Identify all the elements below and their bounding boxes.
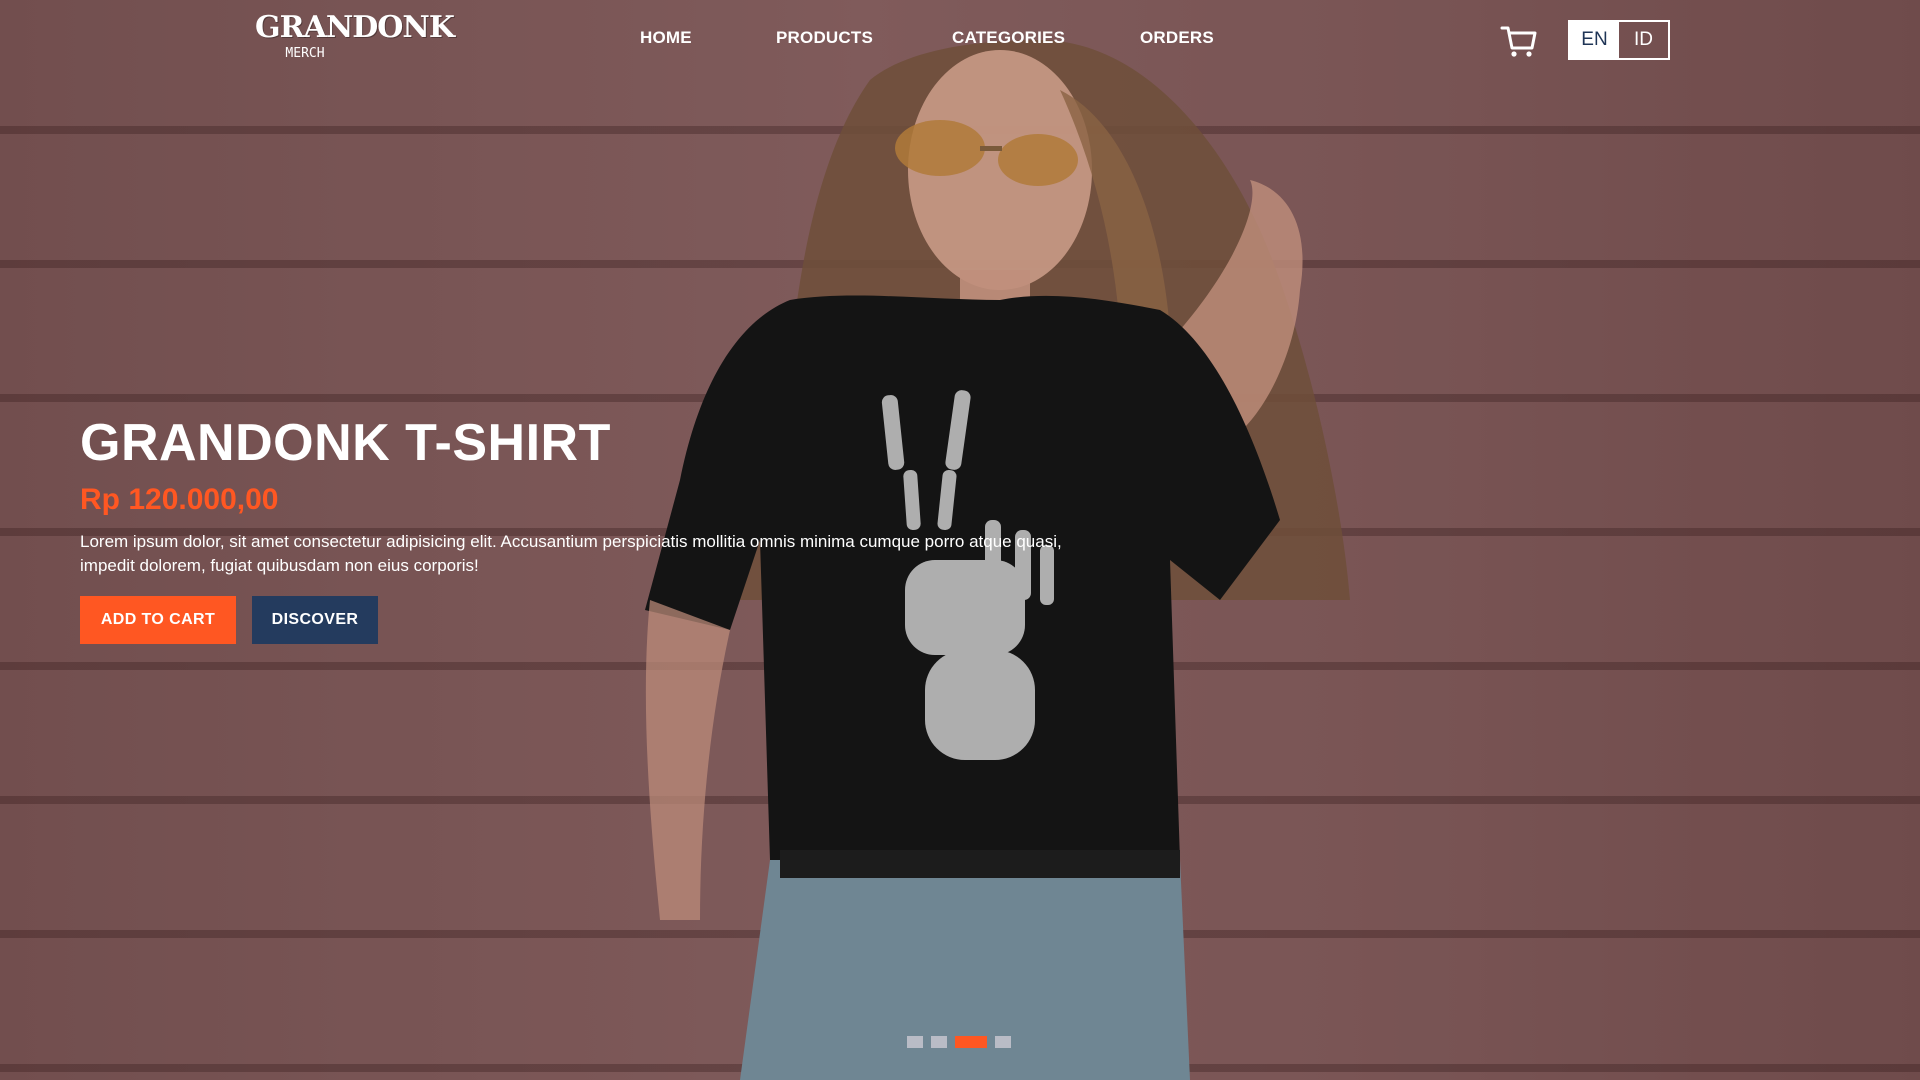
add-to-cart-button[interactable]: ADD TO CART: [80, 596, 236, 644]
nav-categories-link[interactable]: CATEGORIES: [952, 28, 1065, 48]
discover-button[interactable]: DISCOVER: [252, 596, 378, 644]
product-title: GRANDONK T-SHIRT: [80, 414, 611, 472]
product-description: Lorem ipsum dolor, sit amet consectetur …: [80, 532, 1062, 575]
nav-home-link[interactable]: HOME: [640, 28, 692, 48]
carousel-dot-3[interactable]: [955, 1036, 987, 1048]
logo-subtitle: MERCH: [285, 46, 325, 61]
hero-actions: ADD TO CART DISCOVER: [80, 596, 1120, 644]
brand-logo[interactable]: GRANDONK MERCH: [255, 10, 455, 72]
product-price: Rp 120.000,00: [80, 483, 279, 516]
nav-orders-link[interactable]: ORDERS: [1140, 28, 1214, 48]
carousel-indicators: [907, 1036, 1011, 1048]
cart-icon[interactable]: [1500, 22, 1538, 60]
language-en-button[interactable]: EN: [1570, 22, 1619, 58]
nav-products-link[interactable]: PRODUCTS: [776, 28, 873, 48]
carousel-dot-1[interactable]: [907, 1036, 923, 1048]
site-header: GRANDONK MERCH HOME PRODUCTS CATEGORIES …: [0, 0, 1920, 80]
language-id-button[interactable]: ID: [1619, 22, 1668, 58]
carousel-dot-4[interactable]: [995, 1036, 1011, 1048]
logo-wordmark: GRANDONK: [255, 10, 455, 45]
language-switcher: EN ID: [1568, 20, 1670, 60]
carousel-dot-2[interactable]: [931, 1036, 947, 1048]
hero-content: GRANDONK T-SHIRT Rp 120.000,00 Lorem ips…: [80, 410, 1120, 644]
